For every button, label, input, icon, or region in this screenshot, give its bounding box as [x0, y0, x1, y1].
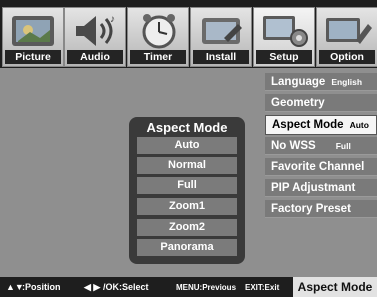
tab-audio[interactable]: ♪ Audio [64, 7, 126, 67]
popup-title: Aspect Mode [146, 120, 228, 135]
speaker-icon: ♪ [68, 10, 122, 52]
tab-timer[interactable]: Timer [127, 7, 189, 67]
ok-select-hint: /OK:Select [103, 282, 149, 292]
menu-item-label: PIP Adjustmant [271, 182, 356, 194]
install-icon [194, 10, 248, 52]
option-normal[interactable]: Normal [137, 157, 237, 174]
aspect-mode-popup: Aspect Mode Auto Normal Full Zoom1 Zoom2… [129, 117, 245, 264]
option-zoom2[interactable]: Zoom2 [137, 219, 237, 236]
menu-item-aspect-mode[interactable]: Aspect Mode Auto [265, 115, 377, 135]
menu-item-label: Factory Preset [271, 203, 351, 215]
tab-label: Timer [130, 50, 186, 64]
picture-tab-icon [6, 10, 60, 52]
menu-item-no-wss[interactable]: No WSS Full [265, 137, 377, 155]
menu-item-value: English [331, 77, 363, 87]
menu-item-factory-preset[interactable]: Factory Preset [265, 200, 377, 218]
menu-item-label: Favorite Channel [271, 161, 365, 173]
current-menu-status: Aspect Mode [293, 277, 377, 297]
menu-item-label: Language [271, 76, 326, 88]
menu-item-value: Auto [349, 120, 369, 130]
tab-label: Install [193, 50, 249, 64]
left-right-arrows-icon: ◀ ▶ [84, 282, 101, 292]
menu-item-pip-adjustment[interactable]: PIP Adjustmant [265, 179, 377, 197]
tab-label: Setup [256, 50, 312, 64]
tab-picture[interactable]: Picture [2, 7, 64, 67]
exit-hint: EXIT:Exit [245, 283, 280, 292]
position-hint: :Position [22, 282, 61, 292]
tab-label: Picture [5, 50, 61, 64]
menu-item-favorite-channel[interactable]: Favorite Channel [265, 158, 377, 176]
setup-icon [257, 10, 311, 52]
menu-item-geometry[interactable]: Geometry [265, 94, 377, 112]
tab-install[interactable]: Install [190, 7, 252, 67]
menu-item-label: No WSS [271, 140, 316, 152]
menu-item-value: Full [335, 141, 351, 151]
tab-label: Option [319, 50, 375, 64]
tab-setup[interactable]: Setup [253, 7, 315, 67]
menu-previous-hint: MENU:Previous [176, 283, 237, 292]
option-zoom1[interactable]: Zoom1 [137, 198, 237, 215]
timer-icon [131, 10, 185, 52]
menu-item-label: Aspect Mode [272, 119, 344, 131]
option-full[interactable]: Full [137, 177, 237, 194]
menu-item-language[interactable]: Language English [265, 73, 377, 91]
setup-submenu: Language English Geometry Aspect Mode Auto… [265, 73, 377, 218]
option-auto[interactable]: Auto [137, 137, 237, 154]
top-menu-bar: Picture ♪ Audio Timer Install Setup Opti… [0, 0, 377, 68]
tab-option[interactable]: Option [316, 7, 377, 67]
option-icon [320, 10, 374, 52]
option-panorama[interactable]: Panorama [137, 239, 237, 256]
svg-text:♪: ♪ [110, 14, 115, 25]
tab-label: Audio [67, 50, 123, 64]
menu-item-label: Geometry [271, 97, 325, 109]
